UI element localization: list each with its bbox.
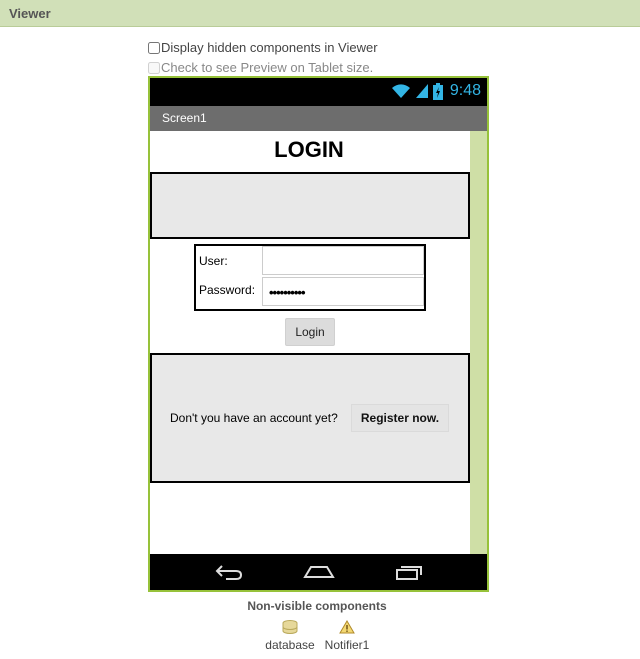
non-visible-notifier[interactable]: Notifier1 — [312, 620, 382, 652]
home-icon[interactable] — [303, 562, 335, 582]
tablet-preview-checkbox — [148, 61, 160, 74]
wifi-icon — [391, 84, 410, 98]
non-visible-title: Non-visible components — [247, 599, 387, 613]
tablet-preview-option: Check to see Preview on Tablet size. — [148, 60, 373, 75]
nav-bar — [150, 554, 487, 590]
tablet-preview-label: Check to see Preview on Tablet size. — [161, 60, 374, 75]
user-label: User: — [199, 254, 228, 268]
status-clock: 9:48 — [449, 82, 481, 99]
login-form-table[interactable]: User: Password: •••••••••• — [194, 244, 426, 311]
warning-icon — [339, 620, 355, 634]
register-question: Don't you have an account yet? — [170, 411, 338, 425]
password-label: Password: — [199, 283, 256, 297]
password-input[interactable]: •••••••••• — [262, 277, 424, 306]
back-icon[interactable] — [214, 562, 244, 582]
screen-scroll-area — [470, 131, 487, 554]
screen-title-bar: Screen1 — [150, 106, 487, 131]
viewer-title: Viewer — [9, 6, 51, 21]
recents-icon[interactable] — [394, 562, 424, 582]
register-button[interactable]: Register now. — [351, 404, 449, 432]
database-label: database — [265, 638, 315, 652]
screen-title: Screen1 — [162, 111, 207, 125]
battery-icon — [432, 82, 443, 100]
database-icon — [282, 620, 298, 634]
app-screen: LOGIN User: Password: •••••••••• Login D… — [150, 131, 470, 554]
viewer-header: Viewer — [0, 0, 640, 27]
display-hidden-label: Display hidden components in Viewer — [161, 40, 378, 55]
display-hidden-checkbox[interactable] — [148, 41, 160, 54]
status-icons: 9:48 — [391, 82, 481, 100]
status-bar: 9:48 — [150, 78, 487, 106]
user-input[interactable] — [262, 246, 424, 275]
notifier-label: Notifier1 — [324, 638, 370, 652]
header-arrangement[interactable] — [150, 172, 470, 239]
phone-preview: 9:48 Screen1 LOGIN User: Password: •••••… — [148, 76, 489, 592]
login-heading: LOGIN — [274, 137, 344, 162]
register-arrangement[interactable]: Don't you have an account yet? Register … — [150, 353, 470, 483]
display-hidden-option[interactable]: Display hidden components in Viewer — [148, 40, 378, 55]
login-button[interactable]: Login — [285, 318, 335, 346]
signal-icon — [415, 84, 428, 98]
